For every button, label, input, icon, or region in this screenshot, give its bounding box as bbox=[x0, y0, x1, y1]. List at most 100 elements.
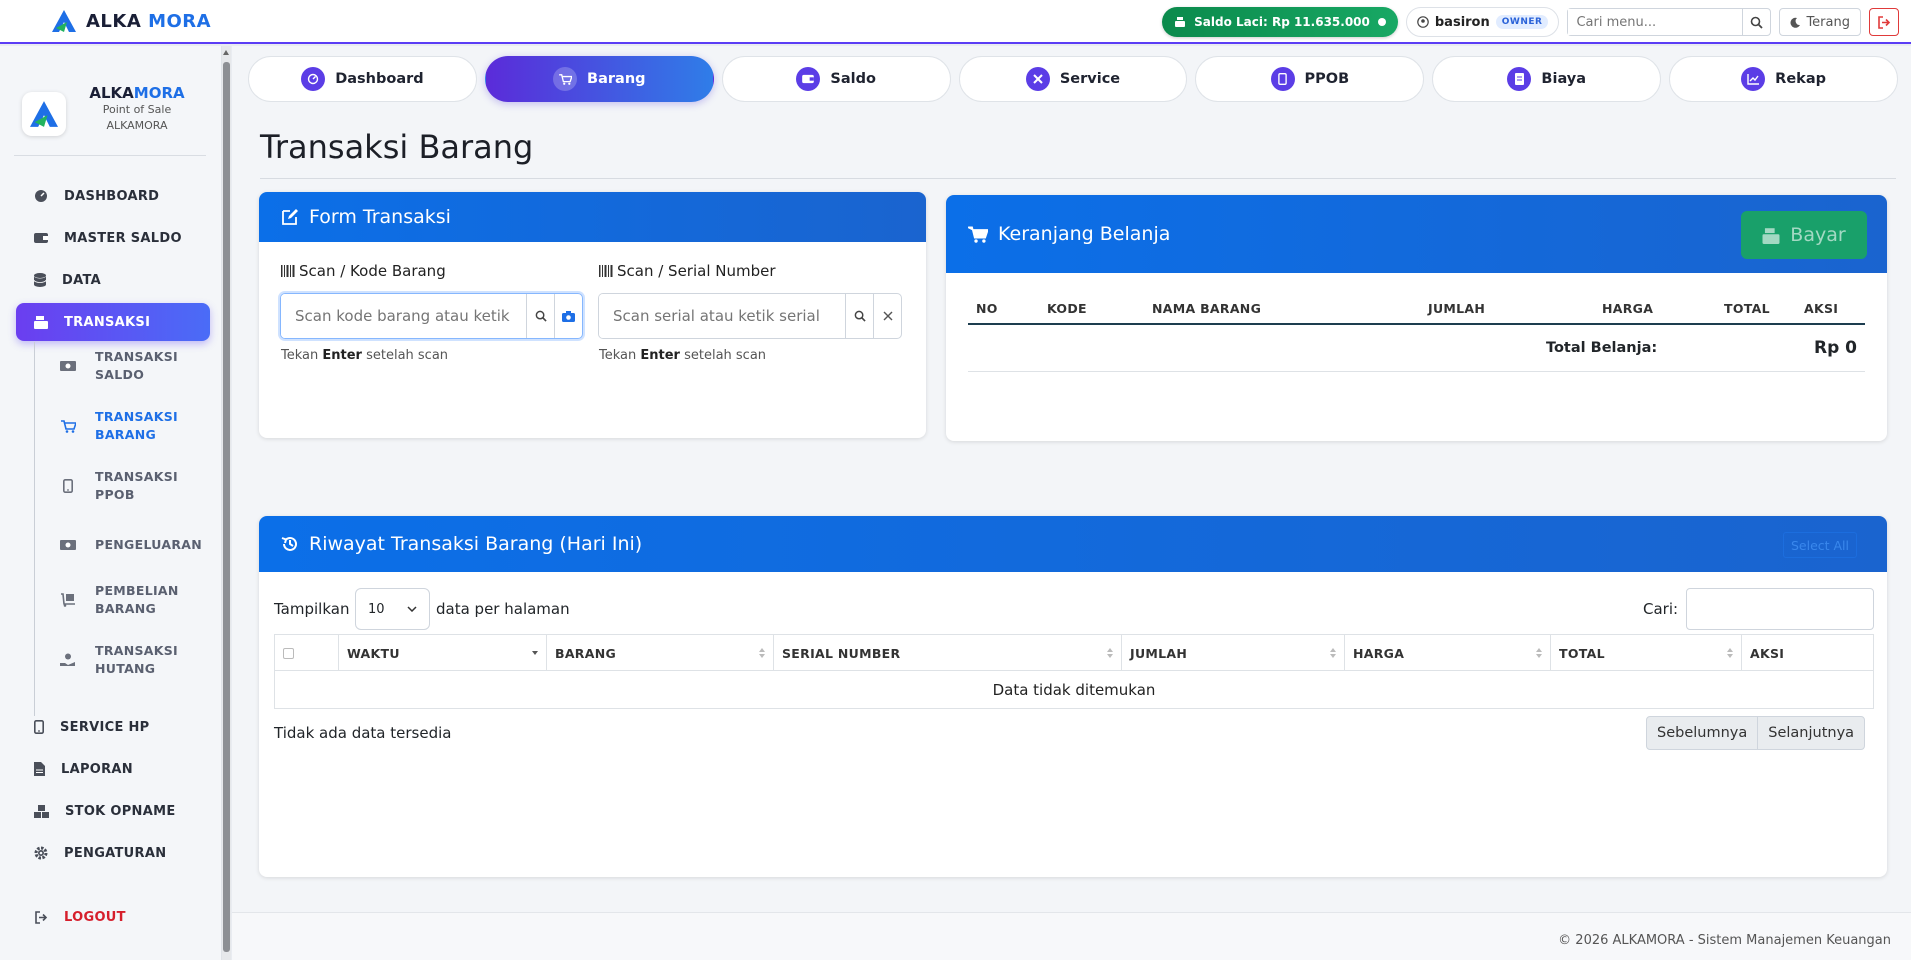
sidebar-item-logout[interactable]: LOGOUT bbox=[16, 898, 210, 936]
sort-icon bbox=[1727, 648, 1733, 658]
col-waktu[interactable]: WAKTU bbox=[339, 635, 547, 671]
status-dot-icon bbox=[1377, 18, 1386, 26]
footer: © 2026 ALKAMORA - Sistem Manajemen Keuan… bbox=[232, 912, 1911, 960]
camera-scan-button[interactable] bbox=[554, 294, 582, 338]
serial-number-label: Scan / Serial Number bbox=[599, 262, 776, 280]
sidebar-item-label: DATA bbox=[62, 272, 101, 288]
serial-search-button[interactable] bbox=[845, 294, 873, 338]
brand-logo[interactable]: ALKA MORA bbox=[52, 10, 211, 32]
pagination: Sebelumnya Selanjutnya bbox=[1646, 716, 1866, 750]
sidebar-item-laporan[interactable]: LAPORAN bbox=[16, 750, 210, 788]
sidebar-brand-sub2: ALKAMORA bbox=[106, 119, 168, 132]
logout-icon bbox=[1878, 15, 1891, 29]
pagination-next-button[interactable]: Selanjutnya bbox=[1757, 717, 1864, 749]
col-checkbox bbox=[275, 635, 339, 671]
sidebar-scroll-thumb[interactable] bbox=[223, 62, 230, 952]
bayar-label: Bayar bbox=[1790, 224, 1846, 246]
search-icon bbox=[854, 310, 866, 322]
barcode-icon bbox=[599, 265, 613, 277]
pagination-prev-button[interactable]: Sebelumnya bbox=[1647, 717, 1757, 749]
tab-rekap[interactable]: Rekap bbox=[1669, 56, 1899, 102]
page-size-select[interactable]: 10 bbox=[355, 588, 430, 630]
keranjang-title: Keranjang Belanja bbox=[998, 223, 1171, 245]
mobile-icon bbox=[34, 720, 44, 734]
select-all-checkbox[interactable] bbox=[283, 647, 294, 659]
sidebar-scrollbar[interactable] bbox=[222, 46, 231, 960]
speedometer-icon bbox=[301, 67, 326, 91]
tab-label: Saldo bbox=[830, 71, 876, 87]
tab-biaya[interactable]: Biaya bbox=[1432, 56, 1662, 102]
serial-number-input[interactable] bbox=[599, 294, 846, 338]
sidebar-subitem-label: PEMBELIAN bbox=[95, 583, 179, 598]
wallet-icon bbox=[796, 67, 821, 91]
sidebar-item-transaksi[interactable]: TRANSAKSI bbox=[16, 303, 210, 341]
riwayat-table-head: WAKTU BARANG SERIAL NUMBER JUMLAH HARGA bbox=[275, 635, 1873, 671]
sidebar-item-service-hp[interactable]: SERVICE HP bbox=[16, 708, 210, 746]
tab-dashboard[interactable]: Dashboard bbox=[248, 56, 477, 102]
kode-search-button[interactable] bbox=[526, 294, 554, 338]
logout-button[interactable] bbox=[1869, 8, 1899, 36]
cart-col-nama-barang: NAMA BARANG bbox=[1152, 301, 1262, 316]
sidebar-item-master-saldo[interactable]: MASTER SALDO bbox=[16, 219, 210, 257]
sidebar-subitem-pengeluaran[interactable]: PENGELUARAN bbox=[59, 536, 209, 554]
tab-barang[interactable]: Barang bbox=[484, 56, 714, 102]
sidebar: ALKAMORA Point of Sale ALKAMORA DASHBOAR… bbox=[0, 46, 222, 960]
user-circle-icon bbox=[1417, 16, 1429, 28]
riwayat-table: WAKTU BARANG SERIAL NUMBER JUMLAH HARGA bbox=[274, 634, 1874, 709]
sidebar-divider bbox=[14, 155, 206, 156]
total-belanja-label: Total Belanja: bbox=[1546, 340, 1658, 356]
sidebar-item-label: TRANSAKSI bbox=[64, 314, 151, 330]
money-bill-wave-icon bbox=[60, 540, 76, 550]
tab-saldo[interactable]: Saldo bbox=[721, 56, 951, 102]
menu-search-button[interactable] bbox=[1742, 9, 1770, 35]
sidebar-subitem-label: PENGELUARAN bbox=[95, 537, 202, 552]
sidebar-subitem-label: BARANG bbox=[95, 427, 157, 442]
kode-barang-input[interactable] bbox=[281, 294, 527, 338]
form-transaksi-card: Form Transaksi Scan / Kode Barang Tekan … bbox=[259, 192, 926, 438]
help-key: Enter bbox=[322, 348, 362, 363]
mobile-icon bbox=[1270, 67, 1295, 91]
cart-col-total: TOTAL bbox=[1724, 301, 1770, 316]
cash-register-icon bbox=[1175, 17, 1186, 27]
scroll-up-arrow-icon[interactable] bbox=[223, 50, 229, 55]
sidebar-subitem-transaksi-barang[interactable]: TRANSAKSI BARANG bbox=[59, 408, 209, 444]
page-title: Transaksi Barang bbox=[260, 128, 534, 166]
cart-col-aksi: AKSI bbox=[1804, 301, 1839, 316]
col-aksi: AKSI bbox=[1742, 635, 1873, 671]
user-menu[interactable]: basiron OWNER bbox=[1405, 7, 1560, 37]
col-barang[interactable]: BARANG bbox=[547, 635, 774, 671]
col-total[interactable]: TOTAL bbox=[1551, 635, 1742, 671]
bayar-button[interactable]: Bayar bbox=[1741, 211, 1867, 259]
menu-search-input[interactable] bbox=[1568, 9, 1743, 35]
sidebar-item-data[interactable]: DATA bbox=[16, 261, 210, 299]
col-jumlah[interactable]: JUMLAH bbox=[1122, 635, 1345, 671]
sidebar-subitem-label: BARANG bbox=[95, 601, 157, 616]
sidebar-item-pengaturan[interactable]: PENGATURAN bbox=[16, 834, 210, 872]
sidebar-subnav-transaksi: TRANSAKSI SALDO TRANSAKSI BARANG TRANSAKSI… bbox=[34, 342, 210, 716]
menu-search bbox=[1567, 8, 1772, 36]
col-serial-number[interactable]: SERIAL NUMBER bbox=[774, 635, 1122, 671]
sidebar-item-stok-opname[interactable]: STOK OPNAME bbox=[16, 792, 210, 830]
brand-name: ALKA MORA bbox=[86, 11, 211, 32]
select-all-button[interactable]: Select All bbox=[1783, 532, 1857, 558]
footer-text: © 2026 ALKAMORA - Sistem Manajemen Keuan… bbox=[1558, 933, 1891, 948]
sidebar-subitem-transaksi-saldo[interactable]: TRANSAKSI SALDO bbox=[59, 348, 209, 384]
theme-toggle-button[interactable]: Terang bbox=[1779, 8, 1861, 36]
tab-service[interactable]: Service bbox=[958, 56, 1188, 102]
help-text: setelah scan bbox=[361, 348, 449, 363]
receipt-icon bbox=[1507, 67, 1532, 91]
brand-name-left: ALKA bbox=[86, 10, 142, 32]
sidebar-brand-right: MORA bbox=[133, 84, 185, 102]
saldo-laci-badge[interactable]: Saldo Laci: Rp 11.635.000 bbox=[1162, 7, 1398, 37]
sidebar-brand-sub: Point of Sale bbox=[102, 103, 172, 116]
sidebar-subitem-transaksi-hutang[interactable]: TRANSAKSI HUTANG bbox=[59, 642, 209, 678]
chart-line-icon bbox=[1741, 67, 1766, 91]
serial-clear-button[interactable] bbox=[873, 294, 901, 338]
sidebar-subitem-transaksi-ppob[interactable]: TRANSAKSI PPOB bbox=[59, 468, 209, 504]
tab-ppob[interactable]: PPOB bbox=[1195, 56, 1425, 102]
search-icon bbox=[1751, 16, 1764, 29]
history-search-input[interactable] bbox=[1686, 588, 1874, 630]
sidebar-subitem-pembelian-barang[interactable]: PEMBELIAN BARANG bbox=[59, 582, 209, 618]
col-harga[interactable]: HARGA bbox=[1345, 635, 1551, 671]
sidebar-item-dashboard[interactable]: DASHBOARD bbox=[16, 177, 210, 215]
